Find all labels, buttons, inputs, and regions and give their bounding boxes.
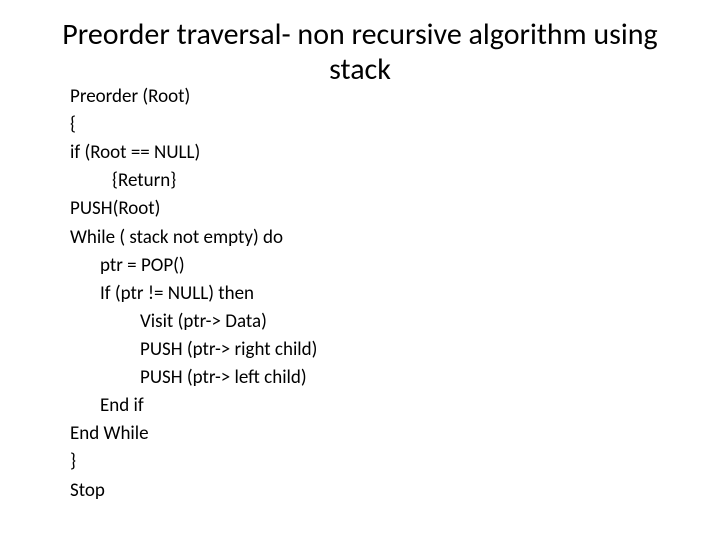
code-line: } — [70, 448, 680, 476]
code-line: if (Root == NULL) — [70, 139, 680, 167]
code-line: Visit (ptr-> Data) — [70, 308, 680, 336]
code-line: While ( stack not empty) do — [70, 224, 680, 252]
code-line: ptr = POP() — [70, 252, 680, 280]
page-title: Preorder traversal- non recursive algori… — [40, 18, 680, 87]
code-line: PUSH(Root) — [70, 195, 680, 223]
code-line: {Return} — [70, 167, 680, 195]
code-line: PUSH (ptr-> left child) — [70, 364, 680, 392]
code-line: End if — [70, 392, 680, 420]
code-line: Stop — [70, 477, 680, 505]
code-line: If (ptr != NULL) then — [70, 280, 680, 308]
pseudocode-block: Preorder (Root) { if (Root == NULL) {Ret… — [40, 83, 680, 505]
code-line: PUSH (ptr-> right child) — [70, 336, 680, 364]
code-line: { — [70, 111, 680, 139]
code-line: End While — [70, 420, 680, 448]
